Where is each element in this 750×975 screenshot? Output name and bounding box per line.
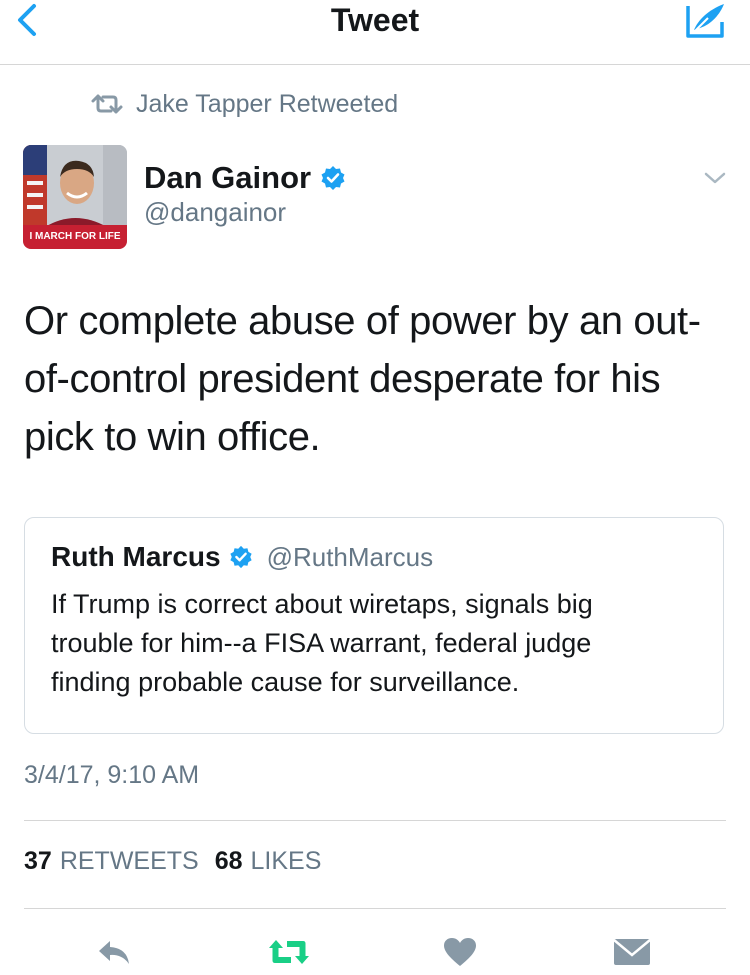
retweets-label: RETWEETS — [59, 847, 199, 875]
quoted-text-line: If Trump is correct about wiretaps, sign… — [51, 589, 593, 619]
reply-button[interactable] — [94, 934, 134, 970]
retweets-count: 37 — [24, 847, 52, 875]
divider — [24, 908, 726, 909]
retweet-context-text: Jake Tapper Retweeted — [136, 89, 399, 118]
verified-icon — [321, 166, 345, 190]
likes-stat[interactable]: 68 LIKES — [215, 847, 322, 876]
quoted-author-name: Ruth Marcus — [51, 541, 221, 572]
author-name[interactable]: Dan Gainor — [144, 160, 346, 196]
heart-icon — [444, 938, 476, 966]
quoted-text-line: trouble for him--a FISA warrant, federal… — [51, 628, 592, 658]
retweets-stat[interactable]: 37 RETWEETS — [24, 847, 199, 876]
likes-count: 68 — [214, 847, 243, 875]
chevron-down-icon — [704, 172, 726, 184]
page-title: Tweet — [330, 2, 420, 38]
quoted-tweet-text: If Trump is correct about wiretaps, sign… — [51, 585, 711, 702]
more-options-button[interactable] — [700, 166, 730, 190]
retweet-icon — [269, 940, 309, 964]
quoted-author: Ruth Marcus @RuthMarcus — [51, 541, 433, 573]
retweet-button[interactable] — [266, 934, 312, 970]
avatar[interactable]: I MARCH FOR LIFE — [23, 145, 127, 249]
tweet-text-line: of-control president desperate for his — [24, 357, 661, 401]
quoted-author-handle: @RuthMarcus — [266, 541, 434, 572]
reply-icon — [99, 941, 129, 964]
retweet-icon — [91, 94, 123, 114]
tweet-timestamp: 3/4/17, 9:10 AM — [24, 761, 200, 789]
verified-icon — [229, 545, 252, 569]
retweet-context[interactable]: Jake Tapper Retweeted — [90, 86, 398, 122]
author-name-text: Dan Gainor — [144, 160, 312, 195]
compose-button[interactable] — [684, 0, 730, 42]
nav-bar: Tweet — [0, 0, 750, 65]
avatar-banner-text: I MARCH FOR LIFE — [29, 231, 121, 242]
quoted-tweet-card[interactable]: Ruth Marcus @RuthMarcus If Trump is corr… — [24, 517, 724, 734]
quoted-text-line: finding probable cause for surveillance. — [51, 667, 520, 697]
tweet-stats: 37 RETWEETS 68 LIKES — [24, 847, 321, 876]
direct-message-button[interactable] — [612, 934, 652, 970]
mail-icon — [613, 939, 651, 965]
compose-icon — [686, 4, 724, 38]
tweet-text-line: Or complete abuse of power by an out- — [24, 299, 701, 343]
divider — [24, 820, 726, 821]
author-handle[interactable]: @dangainor — [144, 197, 286, 228]
like-button[interactable] — [440, 934, 480, 970]
tweet-text: Or complete abuse of power by an out- of… — [24, 292, 734, 466]
likes-label: LIKES — [250, 847, 322, 875]
tweet-text-line: pick to win office. — [24, 415, 321, 459]
